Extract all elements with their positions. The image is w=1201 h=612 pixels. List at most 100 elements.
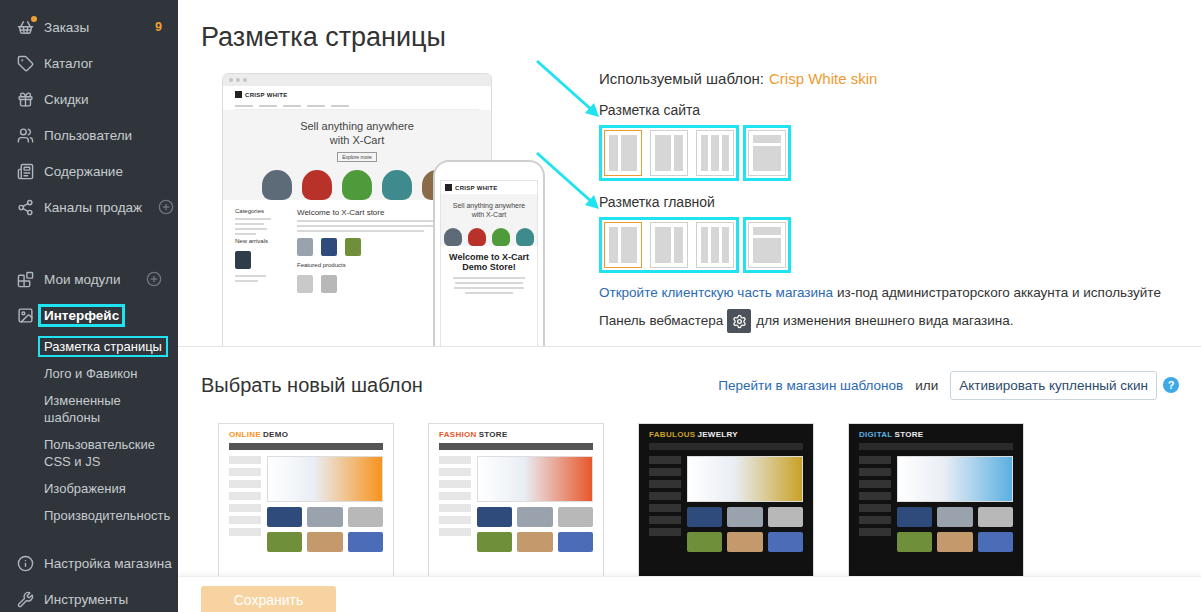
menu-icon [16,18,34,36]
activate-button[interactable]: Активировать купленный скин [950,371,1157,400]
sidebar-section: Заказы 9 [0,9,178,45]
highlight-box [743,125,791,181]
save-button[interactable]: Сохранить [201,586,336,612]
content: Разметка страницы CRISP WHITE Sell anythin… [178,0,1201,576]
sidebar-item[interactable]: Заказы 9 [0,9,178,45]
submenu-item[interactable]: Разметка страницы [38,333,176,360]
sidebar-label: Мои модули [38,268,126,291]
layout-option[interactable] [650,222,688,268]
menu-icon [16,162,34,180]
sidebar-item[interactable]: Каталог [0,45,178,81]
layout-option[interactable] [604,222,642,268]
submenu-item[interactable]: Изображения [38,475,176,502]
hero-button: Explore more [337,152,377,162]
logo-icon [235,91,242,98]
template-banner [477,456,593,502]
arrow-icon [537,153,601,209]
sidebar-item[interactable]: Мои модули [0,261,178,297]
arrow-icon [537,61,601,117]
browser-bar [223,74,491,86]
sidebar-item[interactable]: Скидки [0,81,178,117]
layout-option[interactable] [604,130,642,176]
storefront-link[interactable]: Откройте клиентскую часть магазина [599,285,833,300]
submenu-label: Изображения [38,478,132,499]
menu-icon [16,54,34,72]
template-logo: FABULOUSJEWELRY [649,430,803,439]
template-card[interactable]: FASHIONSTORE [428,423,604,576]
or-text: или [915,378,938,393]
sidebar-item[interactable]: Каналы продаж [0,189,178,225]
submenu-item[interactable]: Производительность [38,502,176,529]
gear-icon[interactable] [727,309,751,333]
preview-heading: New arrivals [235,238,287,245]
hero-image [262,170,452,200]
highlight-box [599,217,739,273]
sidebar-label: Пользователи [38,124,138,147]
main: Разметка страницы CRISP WHITE Sell anythin… [178,0,1201,612]
hero-text: Sell anything anywhere with X-Cart [449,202,529,220]
add-icon[interactable] [158,199,174,215]
sidebar-section: Мои модули [0,261,178,297]
sidebar-label: Инструменты [38,588,134,611]
menu-icon [16,306,34,324]
sidebar-item[interactable]: Интерфейс [0,297,178,333]
template-card[interactable]: ONLINEDEMO [218,423,394,576]
layout-option[interactable] [650,130,688,176]
preview-sidebar: Categories New arrivals [235,208,287,297]
template-logo: ONLINEDEMO [229,430,383,439]
preview-logo: CRISP WHITE [455,185,498,191]
layout-group: Разметка главной [599,193,1171,273]
submenu-item[interactable]: Лого и Фавикон [38,360,176,387]
sidebar-section: Пользователи [0,117,178,153]
template-banner [687,456,803,502]
preview-hero: Sell anything anywhere with X-Cart [441,194,537,246]
layout-title: Разметка главной [599,193,1171,211]
layout-option[interactable] [748,222,786,268]
layout-option[interactable] [748,130,786,176]
page-title: Разметка страницы [178,0,1201,54]
layout-option[interactable] [696,130,734,176]
preview-nav [235,103,479,110]
template-card[interactable]: DIGITALSTORE [848,423,1024,576]
sidebar-item[interactable]: Содержание [0,153,178,189]
sidebar-group: Настройка магазина Инструменты [0,545,178,612]
phone-welcome: Welcome to X-Cart Demo Store! [441,246,537,278]
sidebar-item[interactable]: Инструменты [0,581,178,612]
template-card[interactable]: FABULOUSJEWELRY [638,423,814,576]
submenu-item[interactable]: Пользовательские CSS и JS [38,431,176,475]
sidebar-section: Скидки [0,81,178,117]
layout-option[interactable] [696,222,734,268]
sidebar-item[interactable]: Настройка магазина [0,545,178,581]
sidebar-section: Настройка магазина [0,545,178,581]
template-list: ONLINEDEMO FASHIONSTORE FABULOUSJEWELRY DIG… [201,423,1179,576]
phone-preview: CRISP WHITE Sell anything anywhere with X… [433,160,545,346]
store-link[interactable]: Перейти в магазин шаблонов [718,378,903,393]
sidebar-label: Интерфейс [38,304,125,327]
preview-header: CRISP WHITE [441,181,537,194]
sidebar-label: Заказы [38,16,95,39]
divider [178,346,1201,347]
help-icon[interactable]: ? [1163,377,1179,393]
template-banner [897,456,1013,502]
template-nav [229,443,383,450]
sidebar-label: Содержание [38,160,129,183]
layout-options [599,217,1171,273]
template-logo: DIGITALSTORE [859,430,1013,439]
template-banner [267,456,383,502]
count-badge: 9 [155,20,162,34]
sidebar-section: Инструменты [0,581,178,612]
add-icon[interactable] [146,271,162,287]
menu-icon [16,198,34,216]
sidebar-label: Каталог [38,52,99,75]
highlight-box [599,125,739,181]
submenu-item[interactable]: Измененные шаблоны [38,387,176,431]
current-skin: CRISP WHITE Sell anything anywhere with X… [178,73,1201,346]
footer-bar: Сохранить [178,576,1201,612]
template-nav [649,443,803,450]
preview-heading: Categories [235,208,287,215]
sidebar: Заказы 9 Каталог Скидки Пользователи Содержан… [0,0,178,612]
sidebar-item[interactable]: Пользователи [0,117,178,153]
sidebar-label: Каналы продаж [38,196,148,219]
hint-text: Откройте клиентскую часть магазинаиз-под… [599,279,1171,335]
submenu-label: Измененные шаблоны [38,390,176,428]
